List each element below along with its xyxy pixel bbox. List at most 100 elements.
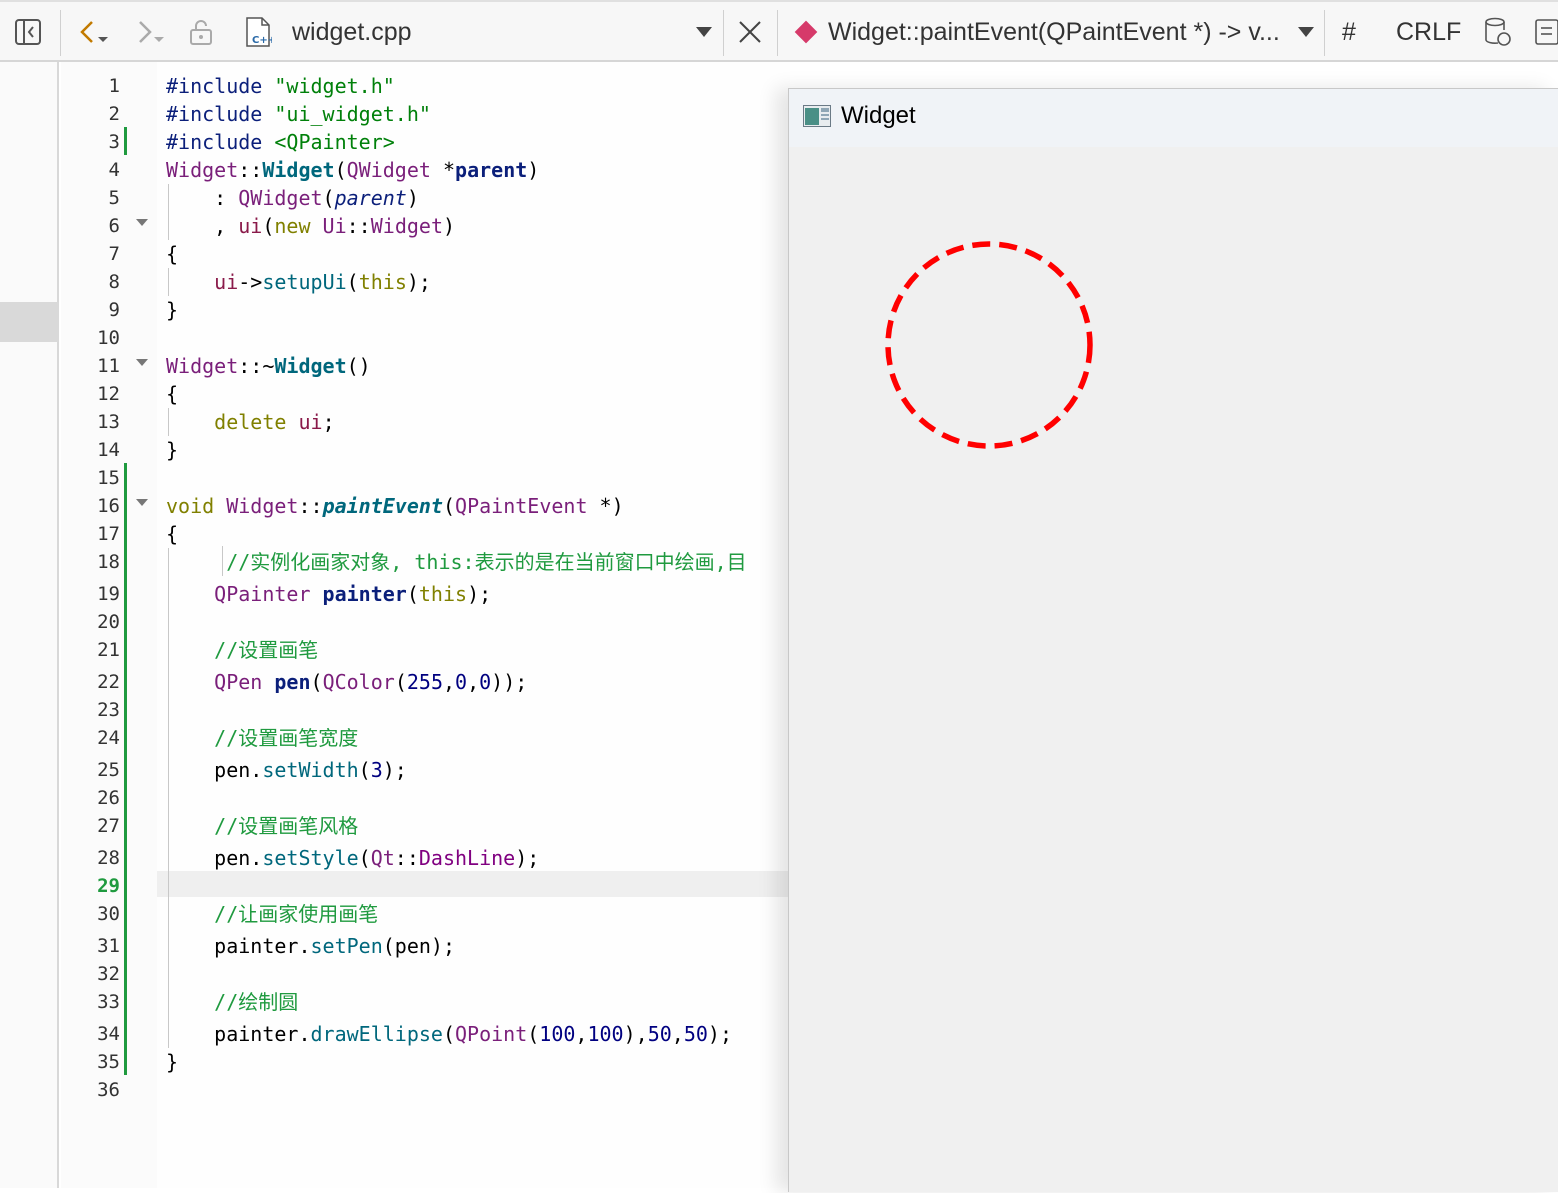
code-line[interactable]: #include "ui_widget.h" [166, 100, 431, 128]
symbol-dropdown-icon[interactable] [1298, 2, 1314, 62]
code-token: ( [334, 158, 347, 182]
code-token: { [166, 522, 179, 546]
line-number: 32 [97, 963, 120, 985]
code-comment[interactable]: //让画家使用画笔 [166, 900, 378, 928]
file-dropdown-icon[interactable] [696, 2, 712, 62]
line-number: 15 [97, 467, 120, 489]
back-icon[interactable] [76, 2, 110, 62]
code-token: , [166, 214, 239, 238]
code-line[interactable]: } [166, 296, 178, 324]
line-number: 33 [97, 991, 120, 1013]
toggle-sidebar-icon[interactable] [14, 2, 42, 62]
code-comment[interactable]: //设置画笔风格 [166, 812, 358, 840]
outline-icon[interactable] [1534, 2, 1558, 62]
code-token: ui [298, 410, 323, 434]
fold-arrow-icon[interactable] [136, 359, 148, 366]
code-token: } [166, 1050, 179, 1074]
change-marker [124, 127, 127, 155]
code-comment[interactable]: //绘制圆 [166, 988, 298, 1016]
code-token: QPaintEvent [455, 494, 588, 518]
line-number: 14 [97, 439, 120, 461]
hash-button[interactable]: # [1342, 2, 1356, 62]
code-line[interactable]: Widget::Widget(QWidget *parent) [166, 156, 539, 184]
side-bar-highlight [0, 302, 59, 342]
code-line[interactable]: QPen pen(QColor(255,0,0)); [166, 668, 527, 696]
code-token: :: [298, 494, 323, 518]
code-line[interactable]: : QWidget(parent) [166, 184, 419, 212]
forward-icon[interactable] [134, 2, 168, 62]
code-line[interactable]: { [166, 380, 178, 408]
code-line[interactable]: pen.setWidth(3); [166, 756, 407, 784]
line-number: 27 [97, 815, 120, 837]
line-number: 1 [108, 75, 120, 97]
code-line[interactable]: } [166, 1048, 178, 1076]
code-token: pen. [166, 758, 263, 782]
code-line[interactable]: Widget::~Widget() [166, 352, 371, 380]
code-line[interactable]: QPainter painter(this); [166, 580, 491, 608]
code-token: Widget [370, 214, 443, 238]
line-number: 6 [108, 215, 120, 237]
code-token: } [166, 298, 179, 322]
code-token: drawEllipse [310, 1022, 443, 1046]
code-line[interactable]: { [166, 240, 178, 268]
code-comment[interactable]: //实例化画家对象, this:表示的是在当前窗口中绘画,目 [166, 548, 746, 576]
code-line[interactable]: ui->setupUi(this); [166, 268, 431, 296]
line-number: 25 [97, 759, 120, 781]
code-token: Widget [274, 354, 347, 378]
code-line[interactable]: void Widget::paintEvent(QPaintEvent *) [166, 492, 624, 520]
code-token: , [671, 1022, 684, 1046]
code-token: ( [442, 1022, 455, 1046]
widget-window[interactable]: Widget [788, 88, 1558, 1192]
code-line[interactable]: painter.setPen(pen); [166, 932, 455, 960]
code-token: 100 [539, 1022, 576, 1046]
code-token: this [418, 582, 468, 606]
code-token: ui [214, 270, 239, 294]
code-token: Qt [370, 846, 395, 870]
line-number: 16 [97, 495, 120, 517]
paint-canvas [885, 241, 1093, 449]
code-token: setPen [310, 934, 383, 958]
line-number: 24 [97, 727, 120, 749]
code-line[interactable]: } [166, 436, 178, 464]
code-token: Widget [214, 494, 299, 518]
code-token: Widget [262, 158, 335, 182]
encoding-icon[interactable] [1482, 2, 1512, 62]
fold-arrow-icon[interactable] [136, 499, 148, 506]
toolbar-divider [60, 10, 61, 56]
code-token: ( [527, 1022, 540, 1046]
fold-arrow-icon[interactable] [136, 219, 148, 226]
symbol-selector[interactable]: Widget::paintEvent(QPaintEvent *) -> v..… [828, 2, 1280, 62]
code-comment[interactable]: //设置画笔宽度 [166, 724, 358, 752]
code-token: 0 [455, 670, 468, 694]
window-title-bar[interactable]: Widget [789, 89, 1558, 147]
code-token: () [346, 354, 371, 378]
line-ending-button[interactable]: CRLF [1396, 2, 1461, 62]
lock-icon[interactable] [187, 2, 215, 62]
line-number: 3 [108, 131, 120, 153]
file-name-label[interactable]: widget.cpp [292, 2, 412, 62]
code-line[interactable]: pen.setStyle(Qt::DashLine); [166, 844, 539, 872]
code-line[interactable]: #include <QPainter> [166, 128, 395, 156]
line-number: 8 [108, 271, 120, 293]
code-token: :: [238, 158, 263, 182]
code-line[interactable]: painter.drawEllipse(QPoint(100,100),50,5… [166, 1020, 732, 1048]
code-comment[interactable]: //设置画笔 [166, 636, 318, 664]
code-token: :: [346, 214, 371, 238]
code-token: paintEvent [322, 494, 443, 518]
code-line[interactable]: , ui(new Ui::Widget) [166, 212, 455, 240]
code-line[interactable]: { [166, 520, 178, 548]
line-number: 23 [97, 699, 120, 721]
code-token: { [166, 382, 179, 406]
code-token: , [442, 670, 456, 694]
close-icon[interactable] [737, 2, 763, 62]
line-number: 10 [97, 327, 120, 349]
code-line[interactable]: #include "widget.h" [166, 72, 395, 100]
code-line[interactable]: delete ui; [166, 408, 334, 436]
line-number: 22 [97, 671, 120, 693]
toolbar-divider [1324, 10, 1325, 56]
code-token: ); [406, 270, 431, 294]
line-number: 28 [97, 847, 120, 869]
